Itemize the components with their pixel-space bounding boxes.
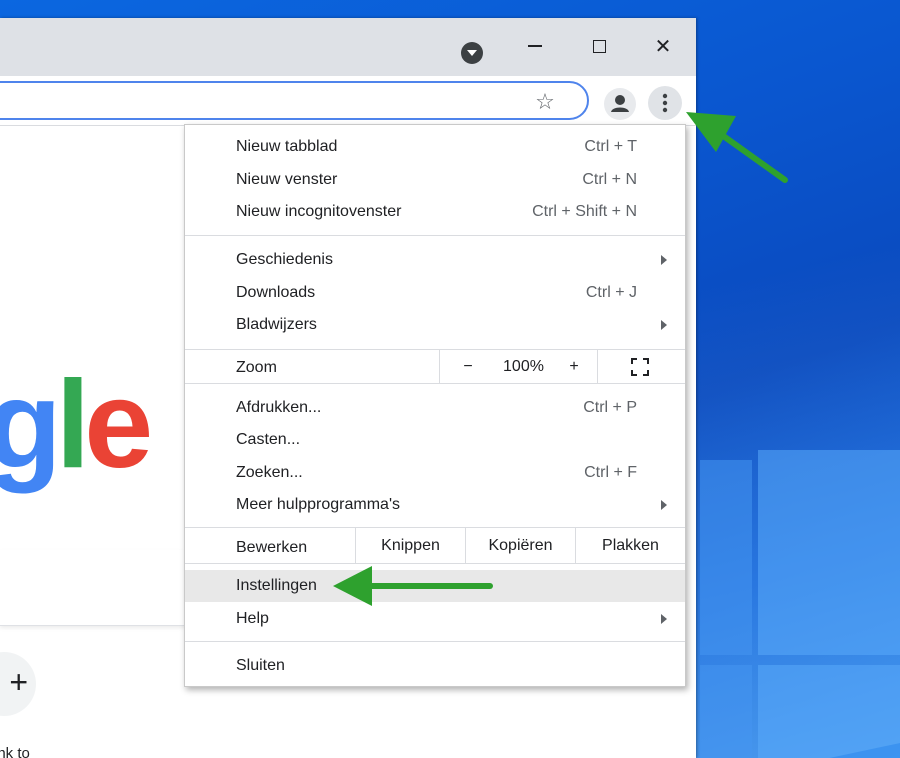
menu-item-more-tools[interactable]: Meer hulpprogramma's <box>185 489 685 521</box>
submenu-arrow-icon <box>661 320 667 330</box>
maximize-button[interactable] <box>577 26 621 66</box>
menu-item-new-tab[interactable]: Nieuw tabblad Ctrl + T <box>185 131 685 163</box>
zoom-row: Zoom − 100% + <box>185 349 685 384</box>
kebab-menu-button[interactable] <box>648 86 682 120</box>
shortcut-label: ink to <box>0 745 30 758</box>
windows-logo-pane <box>758 665 900 758</box>
menu-item-new-window[interactable]: Nieuw venster Ctrl + N <box>185 164 685 196</box>
windows-logo-pane <box>700 460 752 655</box>
menu-item-cast[interactable]: Casten... <box>185 424 685 456</box>
zoom-level: 100% <box>503 358 544 375</box>
google-logo-fragment: gle <box>0 356 153 494</box>
windows-logo-pane <box>700 665 752 758</box>
minimize-button[interactable] <box>513 26 557 66</box>
menu-separator <box>185 235 685 236</box>
close-icon: ✕ <box>654 35 672 58</box>
paste-button[interactable]: Plakken <box>575 528 685 563</box>
menu-item-help[interactable]: Help <box>185 603 685 635</box>
kebab-menu-icon <box>662 93 668 113</box>
zoom-out-button[interactable]: − <box>439 350 496 383</box>
cut-button[interactable]: Knippen <box>355 528 465 563</box>
copy-button[interactable]: Kopiëren <box>465 528 575 563</box>
menu-item-history[interactable]: Geschiedenis <box>185 244 685 276</box>
menu-item-exit[interactable]: Sluiten <box>185 650 685 682</box>
profile-icon <box>611 95 629 112</box>
submenu-arrow-icon <box>661 255 667 265</box>
menu-separator <box>185 641 685 642</box>
edit-row: Bewerken Knippen Kopiëren Plakken <box>185 527 685 564</box>
search-box[interactable] <box>0 550 186 626</box>
browser-toolbar: ☆ <box>0 76 696 126</box>
star-icon[interactable]: ☆ <box>532 89 558 115</box>
menu-item-settings[interactable]: Instellingen <box>185 570 685 602</box>
title-bar: ✕ <box>0 18 696 76</box>
maximize-icon <box>592 39 606 53</box>
fullscreen-icon <box>631 358 649 376</box>
minimize-icon <box>528 45 542 47</box>
menu-item-downloads[interactable]: Downloads Ctrl + J <box>185 277 685 309</box>
menu-item-bookmarks[interactable]: Bladwijzers <box>185 309 685 341</box>
tab-search-icon[interactable] <box>461 42 483 64</box>
zoom-in-button[interactable]: + <box>551 350 597 383</box>
fullscreen-button[interactable] <box>597 350 685 383</box>
menu-item-print[interactable]: Afdrukken... Ctrl + P <box>185 392 685 424</box>
menu-item-new-incognito[interactable]: Nieuw incognitovenster Ctrl + Shift + N <box>185 196 685 228</box>
chrome-main-menu: Nieuw tabblad Ctrl + T Nieuw venster Ctr… <box>184 124 686 687</box>
address-bar[interactable]: ☆ <box>0 81 589 120</box>
menu-item-find[interactable]: Zoeken... Ctrl + F <box>185 457 685 489</box>
submenu-arrow-icon <box>661 614 667 624</box>
profile-button[interactable] <box>604 88 636 120</box>
close-button[interactable]: ✕ <box>641 26 685 66</box>
submenu-arrow-icon <box>661 500 667 510</box>
windows-logo-pane <box>758 450 900 655</box>
add-shortcut-button[interactable]: + <box>0 652 36 716</box>
